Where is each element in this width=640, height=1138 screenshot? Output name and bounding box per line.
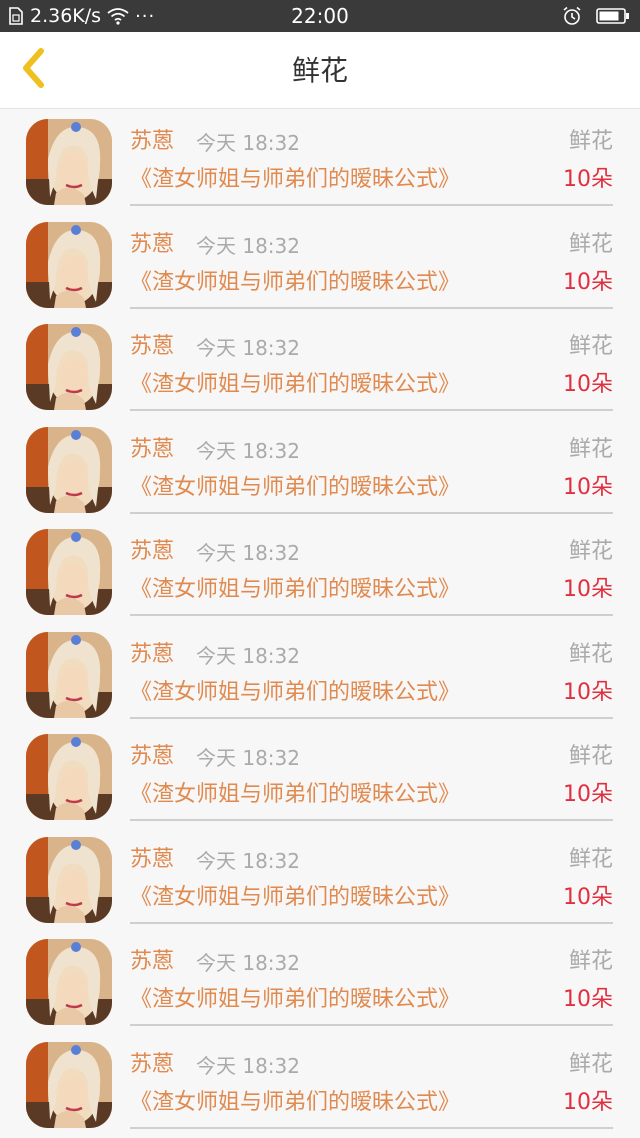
gift-count: 10朵 [563, 884, 613, 910]
gift-type: 鲜花 [568, 744, 613, 769]
book-title[interactable]: 《渣女师姐与师弟们的暧昧公式》 [130, 371, 460, 399]
item-info: 苏蒽 今天 18:32 鲜花 《渣女师姐与师弟们的暧昧公式》 10朵 [130, 621, 613, 719]
gift-count: 10朵 [563, 1089, 613, 1115]
item-info: 苏蒽 今天 18:32 鲜花 《渣女师姐与师弟们的暧昧公式》 10朵 [130, 416, 613, 514]
gift-count: 10朵 [563, 269, 613, 295]
gift-count: 10朵 [563, 167, 613, 192]
list-item[interactable]: 苏蒽 今天 18:32 鲜花 《渣女师姐与师弟们的暧昧公式》 10朵 [0, 621, 640, 724]
book-title[interactable]: 《渣女师姐与师弟们的暧昧公式》 [130, 986, 460, 1014]
list-item[interactable]: 苏蒽 今天 18:32 鲜花 《渣女师姐与师弟们的暧昧公式》 10朵 [0, 108, 640, 211]
item-info: 苏蒽 今天 18:32 鲜花 《渣女师姐与师弟们的暧昧公式》 10朵 [130, 211, 613, 309]
sender-name[interactable]: 苏蒽 [130, 128, 174, 156]
gift-type: 鲜花 [568, 334, 613, 359]
book-title[interactable]: 《渣女师姐与师弟们的暧昧公式》 [130, 884, 460, 912]
gift-count: 10朵 [563, 782, 613, 807]
battery-icon [596, 7, 630, 25]
book-title[interactable]: 《渣女师姐与师弟们的暧昧公式》 [130, 474, 460, 502]
gift-type: 鲜花 [568, 1051, 613, 1077]
gift-count: 10朵 [563, 577, 613, 602]
list-item[interactable]: 苏蒽 今天 18:32 鲜花 《渣女师姐与师弟们的暧昧公式》 10朵 [0, 518, 640, 621]
sender-name[interactable]: 苏蒽 [130, 743, 174, 771]
nav-header: 鲜花 [0, 32, 640, 109]
item-info: 苏蒽 今天 18:32 鲜花 《渣女师姐与师弟们的暧昧公式》 10朵 [130, 518, 613, 616]
gift-count: 10朵 [563, 372, 613, 397]
gift-type: 鲜花 [568, 129, 613, 154]
sender-name[interactable]: 苏蒽 [130, 436, 174, 464]
sender-name[interactable]: 苏蒽 [130, 948, 174, 976]
sender-name[interactable]: 苏蒽 [130, 538, 174, 566]
status-bar: 2.36K/s ··· 22:00 [0, 0, 640, 32]
avatar[interactable] [26, 734, 112, 820]
avatar[interactable] [26, 631, 112, 718]
gift-type: 鲜花 [568, 539, 613, 564]
item-info: 苏蒽 今天 18:32 鲜花 《渣女师姐与师弟们的暧昧公式》 10朵 [130, 108, 613, 206]
book-title[interactable]: 《渣女师姐与师弟们的暧昧公式》 [130, 679, 460, 707]
sender-name[interactable]: 苏蒽 [130, 641, 174, 669]
avatar[interactable] [26, 529, 112, 615]
send-time: 今天 18:32 [196, 848, 300, 873]
list-item[interactable]: 苏蒽 今天 18:32 鲜花 《渣女师姐与师弟们的暧昧公式》 10朵 [0, 313, 640, 416]
list-item[interactable]: 苏蒽 今天 18:32 鲜花 《渣女师姐与师弟们的暧昧公式》 10朵 [0, 928, 640, 1031]
list-item[interactable]: 苏蒽 今天 18:32 鲜花 《渣女师姐与师弟们的暧昧公式》 10朵 [0, 723, 640, 826]
send-time: 今天 18:32 [196, 951, 300, 975]
sender-name[interactable]: 苏蒽 [130, 231, 174, 259]
list-item[interactable]: 苏蒽 今天 18:32 鲜花 《渣女师姐与师弟们的暧昧公式》 10朵 [0, 1031, 640, 1134]
list-item[interactable]: 苏蒽 今天 18:32 鲜花 《渣女师姐与师弟们的暧昧公式》 10朵 [0, 826, 640, 929]
send-time: 今天 18:32 [196, 233, 300, 258]
avatar[interactable] [26, 1041, 112, 1128]
gift-type: 鲜花 [568, 949, 613, 974]
sender-name[interactable]: 苏蒽 [130, 1051, 174, 1079]
sender-name[interactable]: 苏蒽 [130, 333, 174, 361]
send-time: 今天 18:32 [196, 541, 300, 565]
avatar[interactable] [26, 324, 112, 410]
book-title[interactable]: 《渣女师姐与师弟们的暧昧公式》 [130, 1089, 460, 1117]
send-time: 今天 18:32 [196, 438, 300, 463]
book-title[interactable]: 《渣女师姐与师弟们的暧昧公式》 [130, 781, 460, 809]
gift-type: 鲜花 [568, 641, 613, 667]
item-info: 苏蒽 今天 18:32 鲜花 《渣女师姐与师弟们的暧昧公式》 10朵 [130, 313, 613, 411]
avatar[interactable] [26, 836, 112, 923]
avatar[interactable] [26, 221, 112, 308]
status-time: 22:00 [291, 4, 349, 28]
flower-record-list: 苏蒽 今天 18:32 鲜花 《渣女师姐与师弟们的暧昧公式》 10朵 苏蒽 今天… [0, 108, 640, 1133]
item-info: 苏蒽 今天 18:32 鲜花 《渣女师姐与师弟们的暧昧公式》 10朵 [130, 1031, 613, 1129]
page-title: 鲜花 [291, 54, 348, 87]
book-title[interactable]: 《渣女师姐与师弟们的暧昧公式》 [130, 166, 460, 194]
gift-count: 10朵 [563, 474, 613, 500]
send-time: 今天 18:32 [196, 746, 300, 770]
send-time: 今天 18:32 [196, 336, 300, 360]
send-time: 今天 18:32 [196, 1053, 300, 1078]
gift-count: 10朵 [563, 987, 613, 1012]
item-info: 苏蒽 今天 18:32 鲜花 《渣女师姐与师弟们的暧昧公式》 10朵 [130, 928, 613, 1026]
book-title[interactable]: 《渣女师姐与师弟们的暧昧公式》 [130, 269, 460, 297]
send-time: 今天 18:32 [196, 643, 300, 668]
book-title[interactable]: 《渣女师姐与师弟们的暧昧公式》 [130, 576, 460, 604]
send-time: 今天 18:32 [196, 131, 300, 155]
item-info: 苏蒽 今天 18:32 鲜花 《渣女师姐与师弟们的暧昧公式》 10朵 [130, 826, 613, 924]
gift-type: 鲜花 [568, 436, 613, 462]
avatar[interactable] [26, 119, 112, 205]
avatar[interactable] [26, 939, 112, 1025]
gift-type: 鲜花 [568, 846, 613, 872]
gift-type: 鲜花 [568, 231, 613, 257]
avatar[interactable] [26, 426, 112, 513]
list-item[interactable]: 苏蒽 今天 18:32 鲜花 《渣女师姐与师弟们的暧昧公式》 10朵 [0, 211, 640, 314]
status-right [562, 4, 630, 28]
sender-name[interactable]: 苏蒽 [130, 846, 174, 874]
alarm-icon [562, 6, 582, 26]
gift-count: 10朵 [563, 679, 613, 705]
list-item[interactable]: 苏蒽 今天 18:32 鲜花 《渣女师姐与师弟们的暧昧公式》 10朵 [0, 416, 640, 519]
item-info: 苏蒽 今天 18:32 鲜花 《渣女师姐与师弟们的暧昧公式》 10朵 [130, 723, 613, 821]
